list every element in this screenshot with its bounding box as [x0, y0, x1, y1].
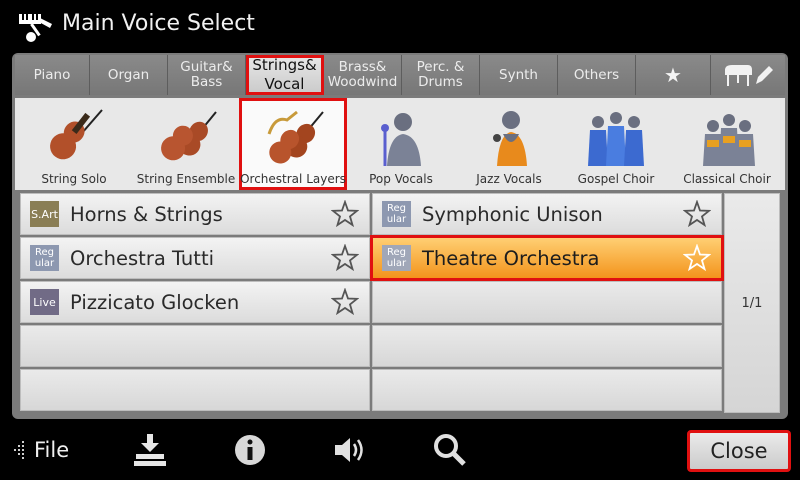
piano-pencil-icon — [725, 65, 773, 86]
file-label: File — [34, 438, 70, 462]
page-indicator[interactable]: 1/1 — [724, 193, 780, 413]
sub-string-ensemble[interactable]: String Ensemble — [133, 98, 239, 190]
choir-icon — [588, 112, 644, 166]
sub-label: Pop Vocals — [369, 172, 433, 186]
violin-icon — [50, 109, 103, 160]
voice-type-badge: S.Art — [30, 201, 59, 227]
sub-string-solo[interactable]: String Solo — [15, 98, 133, 190]
favorite-star-icon[interactable] — [331, 244, 359, 272]
tab-piano[interactable]: Piano — [15, 55, 90, 95]
favorite-star-icon[interactable] — [331, 200, 359, 228]
voice-symphonic-unison[interactable]: Reg ular Symphonic Unison — [372, 193, 722, 235]
voice-name: Horns & Strings — [70, 202, 223, 226]
voice-type-badge: Live — [30, 289, 59, 315]
page-title: Main Voice Select — [62, 11, 255, 36]
favorite-star-icon[interactable] — [683, 200, 711, 228]
sub-label: Classical Choir — [683, 172, 771, 186]
close-button[interactable]: Close — [687, 430, 791, 472]
dotted-triangle-icon — [14, 441, 24, 459]
tab-organ[interactable]: Organ — [90, 55, 168, 95]
file-button[interactable]: File — [12, 438, 69, 462]
tab-strings-vocal[interactable]: Strings& Vocal — [246, 55, 324, 95]
page-number: 1/1 — [741, 295, 763, 311]
sub-gospel-choir[interactable]: Gospel Choir — [563, 98, 669, 190]
sub-label: Orchestral Layers — [240, 172, 346, 186]
voice-horns-strings[interactable]: S.Art Horns & Strings — [20, 193, 370, 235]
sub-label: Gospel Choir — [577, 172, 655, 186]
tab-perc-drums[interactable]: Perc. & Drums — [402, 55, 480, 95]
tab-favorites[interactable]: ★ — [636, 55, 711, 95]
favorite-star-icon[interactable] — [683, 244, 711, 272]
voice-name: Theatre Orchestra — [422, 246, 600, 270]
star-icon: ★ — [664, 62, 682, 87]
voice-slot-empty[interactable] — [372, 281, 722, 323]
sub-jazz-vocals[interactable]: Jazz Vocals — [455, 98, 563, 190]
jazz-singer-icon — [493, 111, 527, 166]
sub-label: Jazz Vocals — [476, 172, 542, 186]
sub-pop-vocals[interactable]: Pop Vocals — [347, 98, 455, 190]
tab-synth[interactable]: Synth — [480, 55, 558, 95]
voice-slot-empty[interactable] — [20, 369, 370, 411]
voice-slot-empty[interactable] — [372, 369, 722, 411]
tab-guitar-bass[interactable]: Guitar& Bass — [168, 55, 246, 95]
favorite-star-icon[interactable] — [331, 288, 359, 316]
tab-user[interactable] — [711, 55, 785, 95]
sub-label: String Solo — [41, 172, 107, 186]
bottom-bar: File Close — [0, 424, 800, 480]
keyboard-note-icon — [19, 14, 52, 42]
orchestra-icon — [267, 110, 324, 164]
title-bar: Main Voice Select — [0, 0, 800, 52]
voice-list: S.Art Horns & Strings Reg ular Orchestra… — [20, 193, 724, 413]
voice-type-badge: Reg ular — [382, 245, 411, 271]
voice-name: Pizzicato Glocken — [70, 290, 240, 314]
info-icon[interactable] — [232, 432, 268, 468]
tab-brass-woodwind[interactable]: Brass& Woodwind — [324, 55, 402, 95]
tab-others[interactable]: Others — [558, 55, 636, 95]
voice-slot-empty[interactable] — [372, 325, 722, 367]
search-icon[interactable] — [432, 432, 468, 468]
violins-icon — [161, 111, 217, 161]
voice-theatre-orchestra[interactable]: Reg ular Theatre Orchestra — [370, 235, 724, 281]
voice-orchestra-tutti[interactable]: Reg ular Orchestra Tutti — [20, 237, 370, 279]
voice-slot-empty[interactable] — [20, 325, 370, 367]
voice-type-badge: Reg ular — [382, 201, 411, 227]
subcategory-row: String Solo String Ensemble Orchestral L… — [15, 98, 785, 190]
sub-classical-choir[interactable]: Classical Choir — [669, 98, 785, 190]
classical-choir-icon — [703, 114, 755, 166]
download-save-icon[interactable] — [132, 432, 168, 468]
sub-orchestral-layers[interactable]: Orchestral Layers — [239, 98, 347, 190]
speaker-icon[interactable] — [332, 432, 368, 468]
category-tabs: Piano Organ Guitar& Bass Strings& Vocal … — [15, 55, 785, 95]
voice-type-badge: Reg ular — [30, 245, 59, 271]
voice-name: Orchestra Tutti — [70, 246, 215, 270]
voice-pizzicato-glocken[interactable]: Live Pizzicato Glocken — [20, 281, 370, 323]
sub-label: String Ensemble — [136, 172, 236, 186]
voice-name: Symphonic Unison — [422, 202, 603, 226]
singer-icon — [381, 113, 421, 166]
